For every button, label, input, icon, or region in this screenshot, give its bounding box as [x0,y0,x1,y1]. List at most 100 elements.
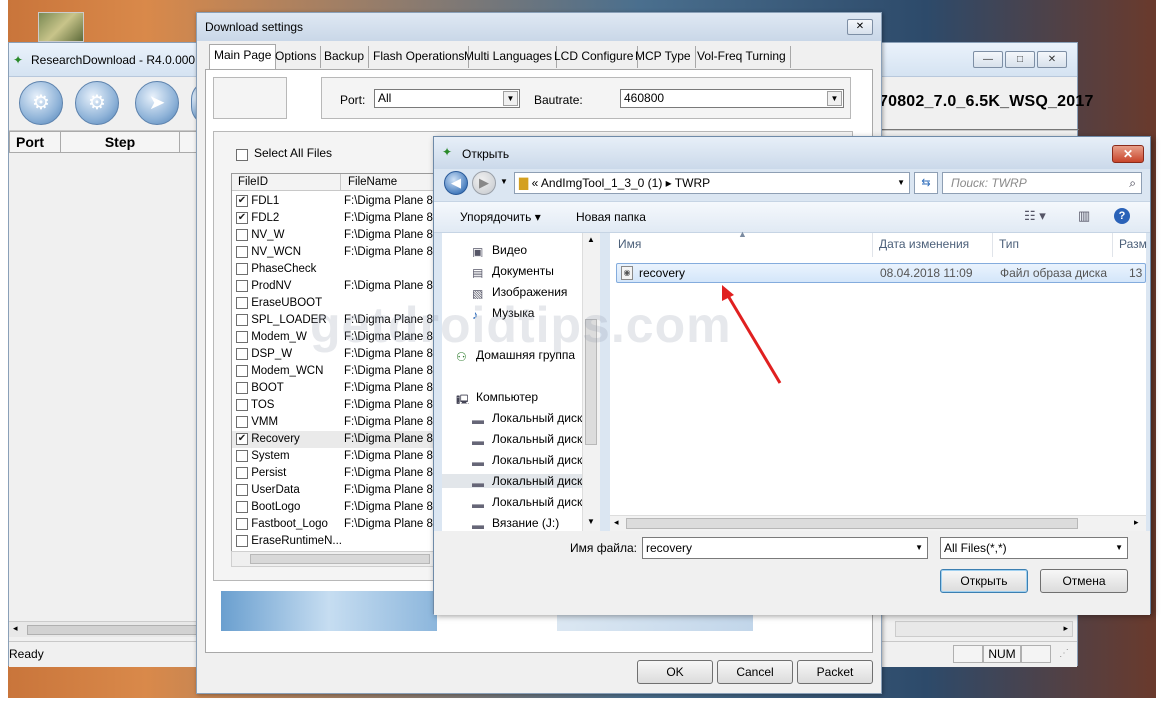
resize-grip-icon[interactable]: ⋰ [1059,648,1069,659]
open-button[interactable]: Открыть [940,569,1028,593]
file-row[interactable]: PhaseCheck [232,261,436,278]
back-arrow-icon[interactable]: ◀ [444,171,468,195]
nav-item[interactable]: ▬ Локальный диск [442,474,582,488]
file-checkbox[interactable] [236,296,248,309]
file-checkbox[interactable] [236,500,248,513]
nav-item[interactable]: 🖳 Компьютер [456,390,592,404]
file-checkbox[interactable] [236,313,248,326]
file-row[interactable]: ✔ FDL2 F:\Digma Plane 85 [232,210,436,227]
start-arrow-icon[interactable]: ➤ [135,81,179,125]
search-input[interactable]: Поиск: TWRP ⌕ [942,172,1142,194]
cancel-button[interactable]: Отмена [1040,569,1128,593]
nav-item[interactable]: ▣ Видео [472,243,592,257]
tab-vol-freq-turning[interactable]: Vol-Freq Turning [693,46,791,68]
file-checkbox[interactable]: ✔ [236,432,248,445]
scroll-up-icon[interactable]: ▲ [587,235,595,244]
new-folder-button[interactable]: Новая папка [576,210,646,224]
filename-input[interactable]: recovery ▼ [642,537,928,559]
file-checkbox[interactable] [236,262,248,275]
file-row[interactable]: Modem_WCN F:\Digma Plane 85 [232,363,436,380]
file-row[interactable]: NV_W F:\Digma Plane 85 [232,227,436,244]
refresh-icon[interactable]: ⇆ [914,172,938,194]
maximize-button[interactable]: □ [1005,51,1035,68]
file-checkbox[interactable] [236,415,248,428]
file-checkbox[interactable] [236,279,248,292]
file-row[interactable]: BOOT F:\Digma Plane 85 [232,380,436,397]
file-checkbox[interactable] [236,483,248,496]
file-checkbox[interactable] [236,398,248,411]
close-button[interactable]: ✕ [847,19,873,35]
ok-button[interactable]: OK [637,660,713,684]
scroll-thumb[interactable] [585,319,597,445]
file-row[interactable]: NV_WCN F:\Digma Plane 85 [232,244,436,261]
nav-item[interactable]: ▬ Локальный диск [472,495,592,509]
organize-button[interactable]: Упорядочить ▾ [460,210,541,224]
close-button[interactable]: ✕ [1037,51,1067,68]
tab-flash-operations[interactable]: Flash Operations [369,46,470,68]
horizontal-scrollbar[interactable]: ◂ [9,621,197,637]
search-icon[interactable]: ⌕ [1129,173,1136,193]
right-scrollbar[interactable]: ▸ [895,621,1073,637]
file-row[interactable]: ✔ FDL1 F:\Digma Plane 85 [232,193,436,210]
file-type-filter[interactable]: All Files(*,*) ▼ [940,537,1128,559]
history-chevron-icon[interactable]: ▼ [500,177,508,186]
close-button[interactable]: ✕ [1112,145,1144,163]
file-row[interactable]: TOS F:\Digma Plane 85 [232,397,436,414]
file-table-scrollbar[interactable] [231,551,437,567]
address-bar[interactable]: ▇ « AndImgTool_1_3_0 (1) ▸ TWRP ▼ [514,172,910,194]
tab-main-page[interactable]: Main Page [209,44,277,69]
file-row[interactable]: VMM F:\Digma Plane 85 [232,414,436,431]
scroll-thumb[interactable] [27,625,197,635]
scroll-left-icon[interactable]: ◂ [614,517,619,528]
file-row[interactable]: Fastboot_Logo F:\Digma Plane 85 [232,516,436,533]
file-row[interactable]: Persist F:\Digma Plane 85 [232,465,436,482]
filename-column-header[interactable]: FileName [348,176,397,188]
nav-item[interactable]: ⚇ Домашняя группа [456,348,592,362]
settings-gears-icon[interactable]: ⚙ [75,81,119,125]
desktop-icon[interactable] [38,12,84,42]
nav-item[interactable]: ♪ Музыка [472,306,592,320]
scroll-thumb[interactable] [626,518,1078,529]
file-list-scrollbar[interactable]: ◂ ▸ [610,515,1146,531]
file-row[interactable]: Modem_W F:\Digma Plane 85 [232,329,436,346]
file-row[interactable]: DSP_W F:\Digma Plane 85 [232,346,436,363]
chevron-down-icon[interactable]: ▼ [503,91,518,106]
file-checkbox[interactable] [236,381,248,394]
scroll-right-icon[interactable]: ▸ [1063,623,1068,634]
file-checkbox[interactable] [236,517,248,530]
chevron-down-icon[interactable]: ▼ [1115,538,1123,558]
tab-lcd-configure[interactable]: LCD Configure [550,46,639,68]
chevron-down-icon[interactable]: ▼ [897,173,905,193]
tab-multi-languages[interactable]: Multi Languages [460,46,558,68]
file-row[interactable]: SPL_LOADER F:\Digma Plane 85 [232,312,436,329]
view-options-icon[interactable]: ☷ ▾ [1024,208,1046,224]
scroll-left-icon[interactable]: ◂ [13,623,18,634]
file-checkbox[interactable] [236,364,248,377]
port-column-header[interactable]: Port [9,131,61,153]
file-row[interactable]: System F:\Digma Plane 85 [232,448,436,465]
settings-gear-icon[interactable]: ⚙ [19,81,63,125]
file-checkbox[interactable] [236,347,248,360]
port-select[interactable]: All ▼ [374,89,520,108]
forward-arrow-icon[interactable]: ▶ [472,171,496,195]
file-row[interactable]: ProdNV F:\Digma Plane 85 [232,278,436,295]
file-row[interactable]: BootLogo F:\Digma Plane 85 [232,499,436,516]
nav-scrollbar[interactable]: ▲ ▼ [582,233,600,531]
scroll-right-icon[interactable]: ▸ [1134,517,1139,528]
scroll-thumb[interactable] [250,554,430,564]
preview-pane-icon[interactable]: ▥ [1078,208,1090,224]
file-checkbox[interactable] [236,330,248,343]
select-all-checkbox[interactable] [236,147,248,161]
file-checkbox[interactable]: ✔ [236,194,248,207]
cancel-button[interactable]: Cancel [717,660,793,684]
chevron-down-icon[interactable]: ▼ [827,91,842,106]
file-checkbox[interactable] [236,449,248,462]
nav-item[interactable]: ▤ Документы [472,264,592,278]
nav-item[interactable]: ▬ Вязание (J:) [472,516,592,530]
nav-item[interactable]: ▬ Локальный диск [472,411,592,425]
file-row[interactable]: ✔ Recovery F:\Digma Plane 85 [232,431,436,448]
packet-button[interactable]: Packet [797,660,873,684]
file-row[interactable]: UserData F:\Digma Plane 85 [232,482,436,499]
chevron-down-icon[interactable]: ▼ [915,538,923,558]
file-checkbox[interactable] [236,245,248,258]
